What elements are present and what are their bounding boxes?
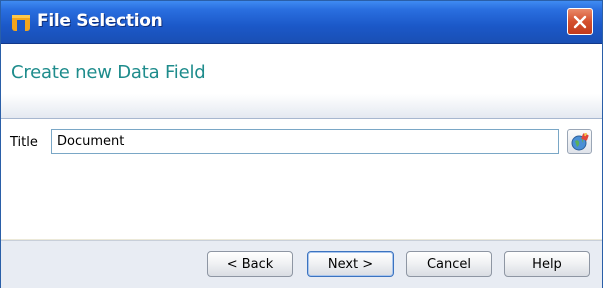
back-button[interactable]: < Back	[207, 251, 293, 277]
close-icon	[573, 15, 587, 28]
close-button[interactable]	[567, 8, 593, 35]
page-title: Create new Data Field	[11, 62, 206, 83]
file-selection-dialog: File Selection Create new Data Field Tit…	[0, 0, 603, 288]
field-picker-button[interactable]	[567, 129, 592, 154]
title-input[interactable]	[51, 129, 559, 154]
help-button[interactable]: Help	[504, 251, 590, 277]
wizard-header: Create new Data Field	[1, 44, 602, 119]
button-bar: < Back Next > Cancel Help	[1, 240, 602, 288]
title-label: Title	[10, 135, 38, 150]
header-gradient	[1, 94, 602, 118]
window-title: File Selection	[37, 11, 163, 31]
app-logo-icon	[12, 11, 30, 31]
globe-picker-icon	[571, 132, 589, 150]
title-bar[interactable]: File Selection	[1, 1, 602, 44]
next-button[interactable]: Next >	[307, 251, 394, 277]
cancel-button[interactable]: Cancel	[406, 251, 492, 277]
form-area: Title	[1, 119, 602, 239]
